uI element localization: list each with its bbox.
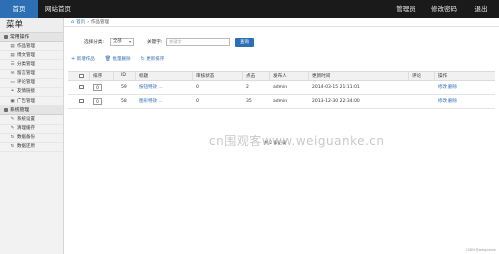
category-label: 选择分类:: [84, 40, 104, 45]
document-icon: ▤: [10, 52, 15, 58]
sidebar-item-label: 友情链接: [17, 89, 35, 95]
top-navbar: 首页 网站首页 管理员 修改密码 退出: [0, 0, 499, 18]
sidebar-title: 菜单: [0, 18, 63, 33]
breadcrumb-current: 作品管理: [91, 19, 109, 25]
link-icon: ⚭: [10, 89, 15, 95]
row-clicks: 35: [246, 98, 252, 104]
nav-logout[interactable]: 退出: [463, 0, 499, 18]
update-sort-button[interactable]: ↻ 更新排序: [141, 55, 165, 63]
update-sort-label: 更新排序: [146, 57, 165, 62]
search-button[interactable]: 查询: [235, 38, 254, 47]
keyword-label: 关键字:: [147, 40, 163, 45]
gear-icon: [4, 108, 8, 113]
list-icon: ☰: [10, 61, 15, 67]
ad-icon: ▣: [10, 98, 15, 104]
filter-bar: 选择分类: 全部 ▾ 关键字: 关键字 查询: [64, 37, 499, 49]
row-id: 58: [121, 98, 127, 104]
row-author: admin: [273, 98, 288, 104]
pager: 共 2 条记录: [264, 140, 287, 145]
row-checkbox[interactable]: [79, 95, 84, 108]
footer-credit: CSDN @weiguanke: [465, 248, 496, 252]
edit-link[interactable]: 修改: [438, 95, 447, 108]
table-row: 0 58 图形特效 ... 0 35 admin 2013-12-30 22:3…: [68, 95, 495, 109]
delete-link[interactable]: 删除: [448, 95, 457, 108]
sidebar-item-label: 数据还原: [17, 144, 35, 150]
row-title-link[interactable]: 按钮特效 ...: [139, 81, 163, 94]
nav-home[interactable]: 首页: [0, 0, 38, 18]
col-id: ID: [121, 73, 126, 79]
folder-icon: [4, 35, 8, 39]
row-status: 0: [196, 84, 199, 90]
sidebar: 菜单 常用操作 ▤ 作品管理 ▤ 博文管理 ☰ 分类管理 ✉ 留言管理 ▭ 评论管理 ⚭ 友…: [0, 18, 64, 254]
sidebar-item-label: 博文管理: [17, 52, 35, 58]
add-work-label: 新增作品: [76, 57, 95, 62]
action-bar: + 新增作品 🗑 批量删除 ↻ 更新排序: [71, 55, 164, 63]
row-updated: 2014-03-15 21:11:01: [312, 84, 360, 90]
row-status: 0: [196, 98, 199, 104]
nav-change-password[interactable]: 修改密码: [425, 0, 463, 18]
col-author: 发布人: [273, 73, 287, 79]
sidebar-item-label: 作品管理: [17, 43, 35, 49]
add-work-button[interactable]: + 新增作品: [71, 55, 95, 63]
sidebar-item-label: 清理缓存: [17, 126, 35, 131]
refresh-icon: ↻: [10, 144, 15, 150]
row-updated: 2013-12-30 22:34:00: [312, 98, 360, 104]
wrench-icon: ✎: [10, 116, 15, 122]
keyword-input[interactable]: 关键字: [166, 38, 230, 46]
breadcrumb-separator: ›: [87, 19, 89, 25]
plus-icon: +: [71, 56, 76, 62]
delete-link[interactable]: 删除: [448, 81, 457, 94]
edit-link[interactable]: 修改: [438, 81, 447, 94]
row-checkbox[interactable]: [79, 81, 84, 94]
sidebar-item-label: 数据备份: [17, 135, 35, 141]
breadcrumb: ⌂ 首页 › 作品管理: [64, 18, 499, 27]
sort-input[interactable]: 0: [93, 95, 102, 108]
sidebar-item-label: 评论管理: [17, 80, 35, 86]
refresh-icon: ↻: [140, 56, 145, 62]
message-icon: ✉: [10, 71, 15, 77]
col-sort: 排序: [93, 73, 103, 79]
sidebar-group-label: 常用操作: [10, 34, 30, 40]
wrench-icon: ✎: [10, 126, 15, 131]
works-table: 排序 ID 标题 审核状态 点击 发布人 更新时间 评论 操作 0 59 按钮特…: [68, 71, 495, 109]
sidebar-item-label: 系统设置: [17, 116, 35, 122]
table-row: 0 59 按钮特效 ... 0 2 admin 2014-03-15 21:11…: [68, 81, 495, 95]
bulk-delete-label: 批量删除: [112, 57, 131, 62]
col-updated: 更新时间: [312, 73, 331, 79]
nav-admin[interactable]: 管理员: [387, 0, 425, 18]
col-title: 标题: [139, 73, 149, 79]
home-icon: ⌂: [71, 18, 75, 25]
row-clicks: 2: [246, 84, 249, 90]
trash-icon: 🗑: [104, 56, 112, 62]
sidebar-item-restore[interactable]: ↻ 数据还原: [0, 143, 63, 153]
refresh-icon: ↻: [10, 135, 15, 141]
sidebar-item-label: 分类管理: [17, 61, 35, 67]
main-content: ⌂ 首页 › 作品管理 选择分类: 全部 ▾ 关键字: 关键字 查询 + 新增作品…: [64, 18, 499, 254]
row-id: 59: [121, 84, 127, 90]
category-select-value: 全部: [113, 39, 122, 44]
sidebar-group-label: 系统管理: [10, 107, 30, 113]
bulk-delete-button[interactable]: 🗑 批量删除: [105, 55, 131, 63]
document-icon: ▤: [10, 43, 15, 49]
sidebar-item-label: 留言管理: [17, 71, 35, 77]
col-status: 审核状态: [196, 73, 215, 79]
sort-input[interactable]: 0: [93, 81, 102, 94]
watermark: cn围观客www.weiguanke.cn: [209, 134, 385, 148]
chevron-down-icon: ▾: [129, 39, 131, 44]
row-title-link[interactable]: 图形特效 ...: [139, 95, 163, 108]
table-header: 排序 ID 标题 审核状态 点击 发布人 更新时间 评论 操作: [68, 71, 495, 81]
col-comments: 评论: [412, 73, 422, 79]
comment-icon: ▭: [10, 80, 15, 86]
nav-site-home[interactable]: 网站首页: [38, 0, 78, 18]
category-select[interactable]: 全部 ▾: [110, 38, 134, 46]
col-clicks: 点击: [246, 73, 256, 79]
row-author: admin: [273, 84, 288, 90]
breadcrumb-home[interactable]: 首页: [76, 18, 85, 27]
sidebar-item-label: 广告管理: [17, 98, 35, 104]
select-all-checkbox[interactable]: [79, 72, 84, 80]
col-ops: 操作: [438, 73, 448, 79]
